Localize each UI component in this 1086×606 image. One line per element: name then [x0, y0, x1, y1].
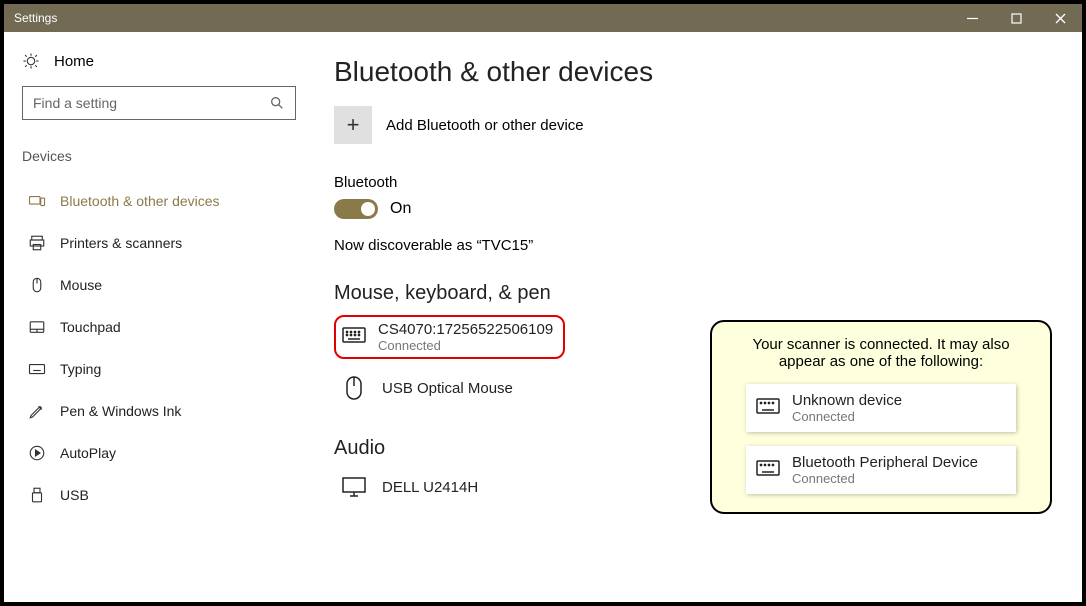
pen-icon	[28, 402, 46, 420]
search-icon	[269, 95, 285, 111]
page-title: Bluetooth & other devices	[334, 56, 1062, 88]
minimize-button[interactable]	[950, 4, 994, 32]
nav-mouse[interactable]: Mouse	[22, 264, 296, 306]
devices-icon	[28, 192, 46, 210]
maximize-button[interactable]	[994, 4, 1038, 32]
sidebar: Home Devices Bluetooth & other devices P…	[4, 32, 314, 602]
monitor-icon	[340, 476, 368, 498]
nav-printers[interactable]: Printers & scanners	[22, 222, 296, 264]
bluetooth-toggle[interactable]	[334, 199, 378, 219]
bluetooth-label: Bluetooth	[334, 174, 1062, 191]
discoverable-text: Now discoverable as “TVC15”	[334, 237, 1062, 254]
printer-icon	[28, 234, 46, 252]
add-device-label: Add Bluetooth or other device	[386, 117, 584, 134]
titlebar: Settings	[4, 4, 1082, 32]
section-mouse-head: Mouse, keyboard, & pen	[334, 282, 1062, 305]
keyboard-icon	[756, 460, 780, 481]
touchpad-icon	[28, 318, 46, 336]
autoplay-icon	[28, 444, 46, 462]
nav-bluetooth[interactable]: Bluetooth & other devices	[22, 180, 296, 222]
device-name: DELL U2414H	[382, 479, 478, 496]
highlighted-device[interactable]: CS4070:17256522506109 Connected	[334, 315, 565, 359]
device-status: Connected	[378, 338, 553, 353]
nav-typing[interactable]: Typing	[22, 348, 296, 390]
keyboard-icon	[28, 360, 46, 378]
search-box[interactable]	[22, 86, 296, 120]
nav-pen[interactable]: Pen & Windows Ink	[22, 390, 296, 432]
window-title: Settings	[14, 11, 57, 25]
home-link[interactable]: Home	[22, 52, 296, 70]
plus-icon: +	[334, 106, 372, 144]
callout-item: Bluetooth Peripheral Device Connected	[746, 446, 1016, 494]
keyboard-icon	[342, 327, 366, 348]
close-button[interactable]	[1038, 4, 1082, 32]
usb-icon	[28, 486, 46, 504]
nav-autoplay[interactable]: AutoPlay	[22, 432, 296, 474]
device-name: CS4070:17256522506109	[378, 321, 553, 338]
nav-touchpad[interactable]: Touchpad	[22, 306, 296, 348]
category-label: Devices	[22, 148, 296, 164]
home-icon	[22, 52, 40, 70]
device-name: USB Optical Mouse	[382, 380, 513, 397]
callout-text: Your scanner is connected. It may also a…	[728, 336, 1034, 370]
main-panel: Bluetooth & other devices + Add Bluetoot…	[314, 32, 1082, 602]
mouse-icon	[340, 375, 368, 401]
home-label: Home	[54, 53, 94, 70]
add-device-button[interactable]: + Add Bluetooth or other device	[334, 106, 1062, 144]
toggle-state: On	[390, 200, 411, 218]
keyboard-icon	[756, 398, 780, 419]
search-input[interactable]	[33, 95, 269, 111]
mouse-icon	[28, 276, 46, 294]
nav-usb[interactable]: USB	[22, 474, 296, 516]
callout-item: Unknown device Connected	[746, 384, 1016, 432]
annotation-callout: Your scanner is connected. It may also a…	[710, 320, 1052, 514]
